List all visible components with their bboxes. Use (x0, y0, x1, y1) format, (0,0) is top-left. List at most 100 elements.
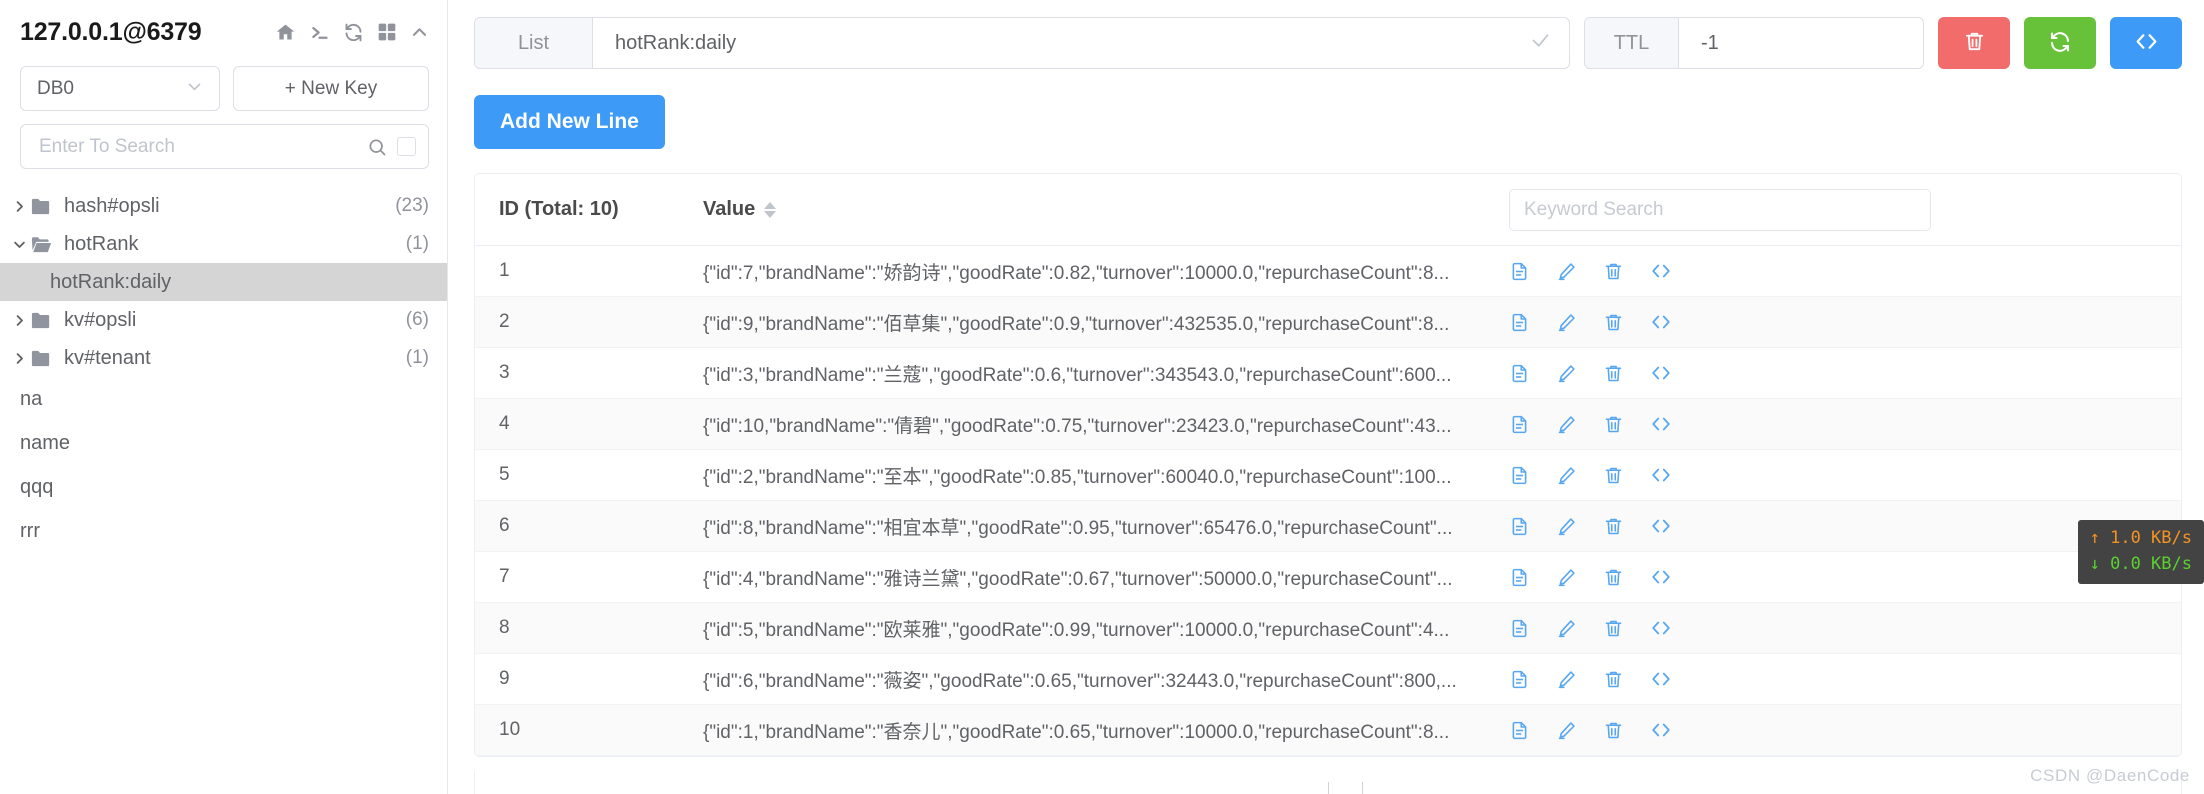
ttl-group: TTL (1584, 17, 1924, 69)
detail-icon[interactable] (1509, 618, 1530, 639)
chevron-right-icon[interactable] (8, 199, 30, 214)
tree-item-rrr[interactable]: rrr (0, 509, 447, 553)
code-icon[interactable] (1650, 464, 1672, 486)
trash-icon (1963, 30, 1986, 56)
detail-icon[interactable] (1509, 465, 1530, 486)
tree-item-hotrank-daily[interactable]: hotRank:daily (0, 263, 447, 301)
chevron-up-icon[interactable] (410, 23, 429, 42)
code-icon[interactable] (1650, 260, 1672, 282)
table-row[interactable]: 8 {"id":5,"brandName":"欧莱雅","goodRate":0… (475, 603, 2181, 654)
detail-icon[interactable] (1509, 363, 1530, 384)
ttl-field[interactable] (1679, 18, 1923, 68)
tree-item-qqq[interactable]: qqq (0, 465, 447, 509)
table-row[interactable]: 9 {"id":6,"brandName":"薇姿","goodRate":0.… (475, 654, 2181, 705)
refresh-icon[interactable] (343, 22, 364, 43)
key-name-input[interactable] (613, 30, 1520, 56)
tree-item-label: kv#tenant (64, 346, 151, 369)
delete-icon[interactable] (1603, 720, 1624, 741)
edit-icon[interactable] (1556, 414, 1577, 435)
edit-icon[interactable] (1556, 720, 1577, 741)
cell-id: 7 (499, 566, 510, 587)
detail-icon[interactable] (1509, 567, 1530, 588)
pagination-bar[interactable] (474, 771, 2182, 794)
code-icon[interactable] (1650, 515, 1672, 537)
edit-icon[interactable] (1556, 618, 1577, 639)
code-icon[interactable] (1650, 566, 1672, 588)
column-header-value[interactable]: Value (703, 198, 1483, 221)
db-select[interactable]: DB0 (20, 66, 220, 111)
add-new-line-button[interactable]: Add New Line (474, 95, 665, 149)
table-row[interactable]: 3 {"id":3,"brandName":"兰蔻","goodRate":0.… (475, 348, 2181, 399)
terminal-icon[interactable] (309, 22, 330, 43)
tree-item-hotrank[interactable]: hotRank (1) (0, 225, 447, 263)
search-icon[interactable] (367, 137, 387, 157)
delete-icon[interactable] (1603, 465, 1624, 486)
cell-id: 3 (499, 362, 510, 383)
search-scope-checkbox[interactable] (397, 137, 416, 156)
code-icon[interactable] (1650, 719, 1672, 741)
detail-icon[interactable] (1509, 312, 1530, 333)
tree-item-count: (1) (405, 347, 429, 368)
detail-icon[interactable] (1509, 414, 1530, 435)
sort-icon[interactable] (764, 201, 777, 218)
refresh-key-button[interactable] (2024, 17, 2096, 69)
connection-title: 127.0.0.1@6379 (20, 17, 202, 46)
code-icon[interactable] (1650, 617, 1672, 639)
code-icon[interactable] (1650, 362, 1672, 384)
check-icon[interactable] (1520, 30, 1551, 57)
table-row[interactable]: 1 {"id":7,"brandName":"娇韵诗","goodRate":0… (475, 246, 2181, 297)
table-row[interactable]: 10 {"id":1,"brandName":"香奈儿","goodRate":… (475, 705, 2181, 756)
tree-item-label: name (20, 431, 71, 454)
table-row[interactable]: 4 {"id":10,"brandName":"倩碧","goodRate":0… (475, 399, 2181, 450)
delete-icon[interactable] (1603, 261, 1624, 282)
edit-icon[interactable] (1556, 669, 1577, 690)
folder-icon (30, 347, 60, 370)
edit-icon[interactable] (1556, 312, 1577, 333)
chevron-down-icon[interactable] (8, 237, 30, 252)
code-icon[interactable] (1650, 668, 1672, 690)
table-row[interactable]: 6 {"id":8,"brandName":"相宜本草","goodRate":… (475, 501, 2181, 552)
keyword-search-wrap (1483, 188, 2181, 231)
grid-icon[interactable] (377, 22, 397, 42)
edit-icon[interactable] (1556, 567, 1577, 588)
delete-icon[interactable] (1603, 363, 1624, 384)
ttl-input[interactable] (1699, 30, 1923, 56)
delete-icon[interactable] (1603, 567, 1624, 588)
detail-icon[interactable] (1509, 261, 1530, 282)
delete-icon[interactable] (1603, 414, 1624, 435)
delete-icon[interactable] (1603, 312, 1624, 333)
detail-icon[interactable] (1509, 720, 1530, 741)
delete-icon[interactable] (1603, 669, 1624, 690)
edit-icon[interactable] (1556, 516, 1577, 537)
edit-icon[interactable] (1556, 465, 1577, 486)
tree-item-name[interactable]: name (0, 421, 447, 465)
tree-item-label: rrr (20, 519, 40, 542)
tree-item-na[interactable]: na (0, 377, 447, 421)
key-name-field[interactable] (593, 18, 1569, 68)
code-icon[interactable] (1650, 413, 1672, 435)
home-icon[interactable] (275, 22, 296, 43)
delete-icon[interactable] (1603, 516, 1624, 537)
tree-item-kv-tenant[interactable]: kv#tenant (1) (0, 339, 447, 377)
detail-icon[interactable] (1509, 669, 1530, 690)
view-code-button[interactable] (2110, 17, 2182, 69)
code-icon[interactable] (1650, 311, 1672, 333)
chevron-right-icon[interactable] (8, 351, 30, 366)
detail-icon[interactable] (1509, 516, 1530, 537)
table-row[interactable]: 5 {"id":2,"brandName":"至本","goodRate":0.… (475, 450, 2181, 501)
chevron-right-icon[interactable] (8, 313, 30, 328)
keyword-search-input[interactable] (1509, 188, 1931, 231)
delete-key-button[interactable] (1938, 17, 2010, 69)
table-row[interactable]: 7 {"id":4,"brandName":"雅诗兰黛","goodRate":… (475, 552, 2181, 603)
tree-item-kv-opsli[interactable]: kv#opsli (6) (0, 301, 447, 339)
edit-icon[interactable] (1556, 261, 1577, 282)
delete-icon[interactable] (1603, 618, 1624, 639)
row-actions (1483, 311, 2181, 333)
new-key-button[interactable]: + New Key (233, 66, 429, 111)
table-row[interactable]: 2 {"id":9,"brandName":"佰草集","goodRate":0… (475, 297, 2181, 348)
key-search-input[interactable] (37, 134, 367, 159)
edit-icon[interactable] (1556, 363, 1577, 384)
tree-item-hash-opsli[interactable]: hash#opsli (23) (0, 187, 447, 225)
key-search-box[interactable] (20, 124, 429, 169)
value-table: ID (Total: 10) Value 1 {"id":7,"brandNam… (474, 173, 2182, 757)
